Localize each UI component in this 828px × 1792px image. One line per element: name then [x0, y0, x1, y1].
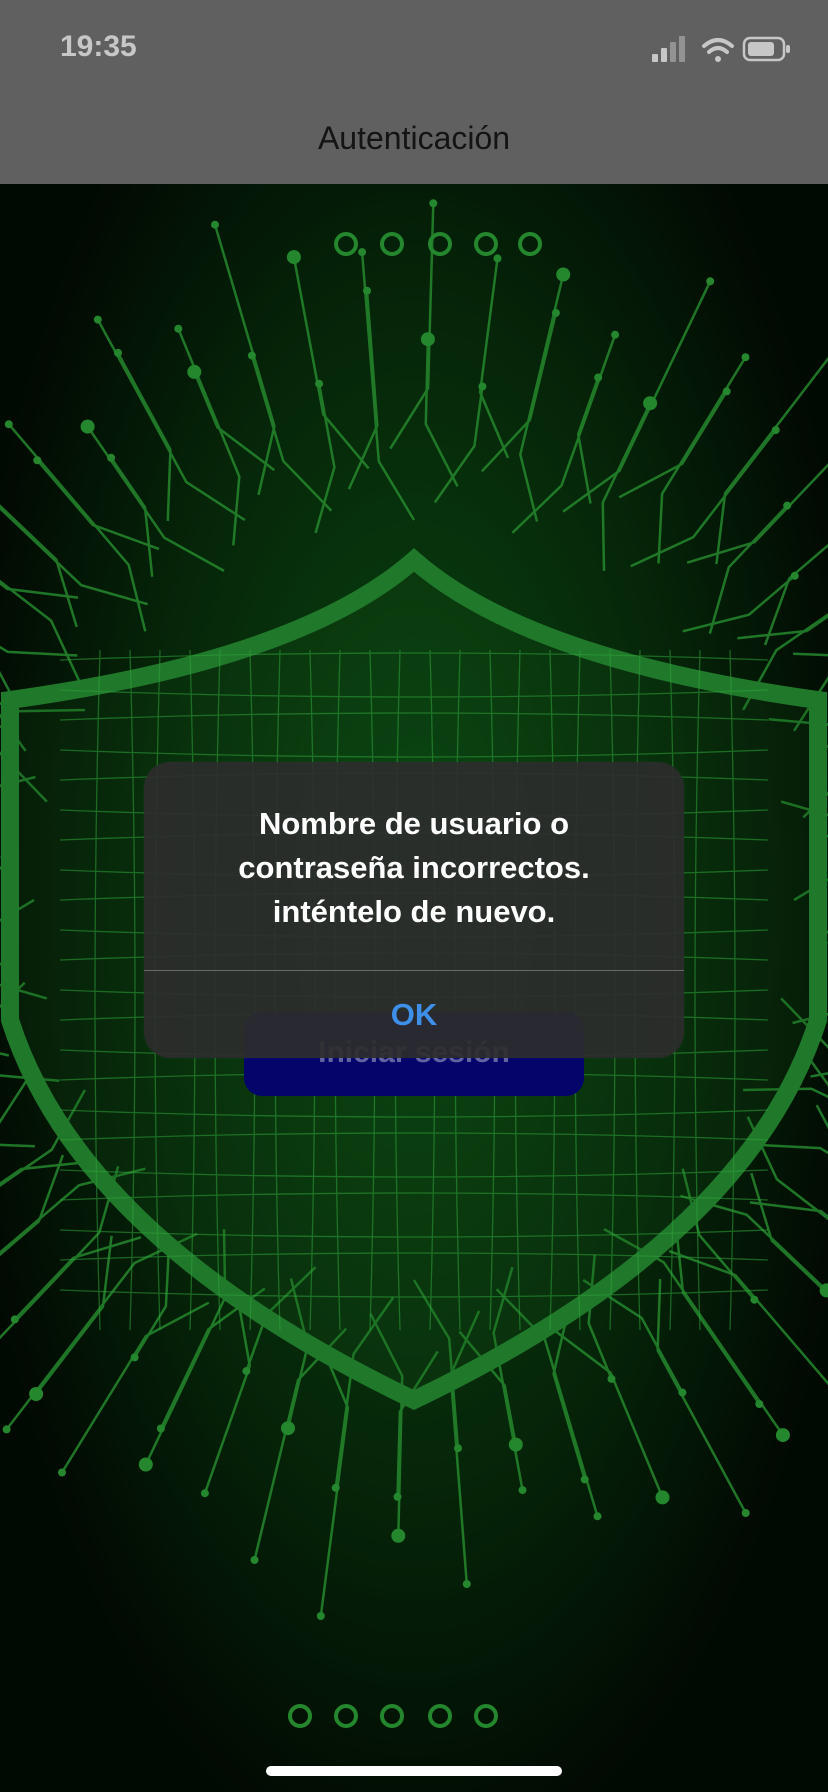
circuit-node — [211, 220, 219, 229]
circuit-node — [80, 419, 95, 434]
circuit-node — [393, 1492, 402, 1501]
circuit-node — [771, 426, 780, 435]
circuit-node — [478, 382, 487, 391]
alert-message: Nombre de usuario o contraseña incorrect… — [164, 802, 664, 934]
circuit-node — [281, 1421, 295, 1436]
circuit-node — [493, 254, 502, 263]
circuit-node — [2, 1425, 11, 1434]
circuit-node — [706, 277, 715, 286]
circuit-node — [250, 1556, 259, 1564]
circuit-node — [611, 330, 620, 339]
circuit-node — [454, 1444, 462, 1453]
circuit-node — [594, 373, 603, 382]
alert-message-line: inténtelo de nuevo. — [272, 894, 556, 929]
circuit-node — [58, 1468, 66, 1477]
circuit-node — [741, 1509, 750, 1517]
circuit-node — [755, 1400, 764, 1408]
status-time: 19:35 — [60, 30, 137, 63]
circuit-node — [315, 379, 324, 388]
circuit-node — [33, 456, 42, 465]
ok-button[interactable]: OK — [144, 971, 684, 1058]
circuit-node — [508, 1437, 523, 1452]
circuit-node — [107, 453, 116, 462]
error-alert-dialog: Nombre de usuario o contraseña incorrect… — [144, 762, 684, 1058]
circuit-node — [429, 199, 438, 208]
navigation-header: 19:35 Autenticación — [0, 0, 828, 184]
circuit-node — [556, 267, 571, 282]
circuit-node — [130, 1353, 139, 1362]
circuit-node — [391, 1528, 406, 1543]
circuit-node — [775, 1428, 790, 1443]
circuit-node — [678, 1388, 687, 1397]
circuit-node — [643, 396, 658, 411]
status-icons — [652, 36, 790, 62]
signal-icon — [652, 36, 685, 62]
circuit-node — [187, 364, 202, 379]
alert-message-line: Nombre de usuario o — [258, 806, 570, 841]
circuit-node — [551, 308, 560, 317]
circuit-node — [316, 1612, 325, 1620]
wifi-icon — [702, 38, 734, 62]
circuit-node — [722, 387, 731, 396]
circuit-node — [750, 1295, 759, 1304]
circuit-node — [607, 1374, 616, 1383]
circuit-node — [156, 1424, 165, 1433]
circuit-node — [655, 1490, 670, 1505]
circuit-node — [420, 332, 435, 347]
circuit-node — [200, 1489, 209, 1498]
circuit-node — [4, 420, 13, 429]
circuit-node — [363, 286, 371, 295]
circuit-node — [741, 353, 750, 362]
circuit-node — [462, 1580, 471, 1588]
circuit-node — [247, 351, 256, 360]
circuit-node — [331, 1483, 340, 1492]
circuit-node — [114, 348, 122, 357]
circuit-node — [286, 250, 301, 265]
circuit-node — [10, 1315, 19, 1324]
circuit-node — [93, 315, 102, 324]
battery-icon — [742, 36, 790, 62]
circuit-node — [783, 501, 792, 510]
circuit-node — [790, 571, 799, 580]
alert-message-line: contraseña incorrectos. — [238, 850, 590, 885]
circuit-node — [358, 248, 367, 257]
circuit-node — [29, 1387, 44, 1401]
page-title: Autenticación — [317, 120, 511, 156]
circuit-node — [518, 1486, 527, 1495]
circuit-node — [580, 1475, 589, 1484]
circuit-node — [242, 1367, 251, 1376]
circuit-node — [593, 1512, 602, 1521]
home-indicator[interactable] — [266, 1766, 562, 1776]
circuit-node — [174, 324, 183, 333]
circuit-node — [138, 1457, 153, 1472]
